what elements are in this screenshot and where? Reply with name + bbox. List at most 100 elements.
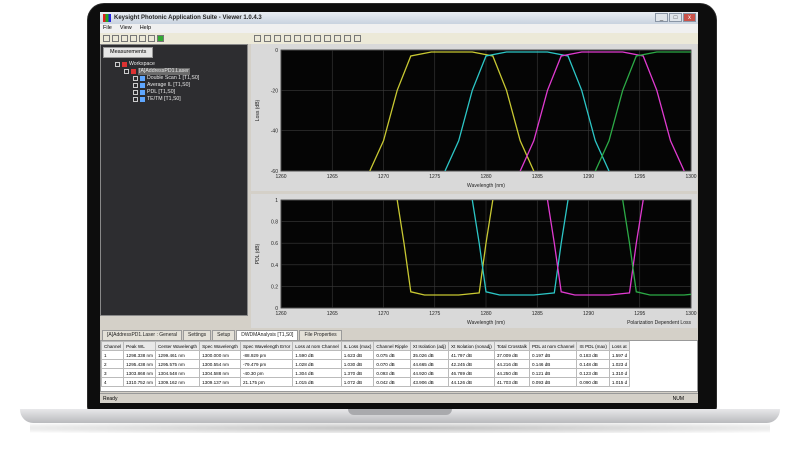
table-row[interactable]: 4 1310.752 nm 1309.162 nm 1309.137 nm 21.175… (101, 377, 631, 387)
table-row[interactable]: 1 1298.338 nm 1299.461 nm 1300.000 nm -88.92… (101, 350, 631, 360)
column-header[interactable]: PDL at nom Channel (528, 341, 578, 351)
column-header[interactable]: IS PDL (max) (576, 341, 610, 351)
menu-file[interactable]: File (103, 24, 112, 33)
window-title: Keysight Photonic Application Suite - Vi… (114, 15, 262, 21)
zoom-out-icon[interactable] (264, 35, 271, 42)
export-icon[interactable] (157, 35, 164, 42)
menu-bar: File View Help (100, 24, 698, 33)
table-cell: 41.703 dB (493, 377, 530, 387)
column-header[interactable]: Channel (101, 341, 125, 351)
tree-item[interactable]: Average IL [T1,S0] (115, 82, 199, 89)
tree-item[interactable]: [A]AddressPD1.Laser (115, 68, 199, 75)
num-lock-indicator: NUM (672, 396, 684, 402)
y-tick-label: 0.2 (271, 284, 278, 290)
close-button[interactable]: x (683, 13, 696, 22)
table-cell: 44.250 dB (493, 368, 530, 378)
tree-checkbox[interactable] (133, 76, 138, 81)
results-table: Channel Peak WL Center Wavelength Spec Wave… (101, 341, 631, 387)
x-tick-label: 1265 (327, 311, 338, 317)
laptop-shadow (30, 423, 770, 433)
column-header[interactable]: Loss at nom Channel (292, 341, 342, 351)
tab-measurements[interactable]: Measurements (103, 47, 154, 58)
x-tick-label: 1290 (583, 311, 594, 317)
tab-general[interactable]: [A]AddressPD1.Laser : General (102, 330, 183, 340)
tree-item[interactable]: PDL [T1,S0] (115, 89, 199, 96)
grid-icon[interactable] (314, 35, 321, 42)
edit-icon[interactable] (139, 35, 146, 42)
tree-checkbox[interactable] (133, 83, 138, 88)
undo-icon[interactable] (354, 35, 361, 42)
tree-item[interactable]: TE/TM [T1,S0] (115, 96, 199, 103)
x-tick-label: 1295 (634, 174, 645, 180)
y-axis-label: Loss (dB) (255, 99, 261, 121)
tab-setup[interactable]: Setup (212, 330, 236, 340)
filter-icon[interactable] (130, 35, 137, 42)
table-row[interactable]: 3 1303.868 nm 1304.548 nm 1304.588 nm -40.30… (101, 368, 631, 378)
laptop-notch (348, 409, 452, 415)
column-header[interactable]: Spec Wavelength (199, 341, 241, 351)
table-cell: 1295.438 nm (123, 359, 156, 369)
table-body: 1 1298.338 nm 1299.461 nm 1300.000 nm -88.92… (101, 350, 631, 387)
tree-item[interactable]: Workspace (115, 61, 199, 68)
table-cell: 1303.868 nm (123, 368, 156, 378)
pan-icon[interactable] (274, 35, 281, 42)
menu-help[interactable]: Help (140, 24, 151, 33)
tree-checkbox[interactable] (133, 97, 138, 102)
column-header[interactable]: Total Crosstalk (493, 341, 530, 351)
table-cell: 1.310 d (608, 368, 631, 378)
autoscale-icon[interactable] (284, 35, 291, 42)
y-tick-label: 0.6 (271, 241, 278, 247)
maximize-button[interactable]: □ (669, 13, 682, 22)
settings-icon[interactable] (148, 35, 155, 42)
table-cell: 1309.162 nm (154, 377, 201, 387)
copy-icon[interactable] (334, 35, 341, 42)
pdl-chart[interactable]: 1260 1265 1270 1275 1280 1285 1290 1295 130010.8… (251, 194, 697, 328)
tab-file-properties[interactable]: File Properties (299, 330, 342, 340)
x-tick-label: 1270 (378, 311, 389, 317)
tree-item-label: [A]AddressPD1.Laser (138, 68, 190, 75)
table-row[interactable]: 2 1295.438 nm 1295.575 nm 1300.554 nm -79.47… (101, 359, 631, 369)
y-tick-label: -40 (271, 129, 278, 135)
tab-dwdm-analysis[interactable]: DWDMAnalysis [T1,S0] (236, 330, 299, 340)
column-header[interactable]: Center Wavelength (154, 341, 201, 351)
save-icon[interactable] (112, 35, 119, 42)
column-header[interactable]: Xt Isolation (adj) (409, 341, 449, 351)
status-bar: Ready NUM (100, 393, 698, 403)
column-header[interactable]: Spec Wavelength Error (239, 341, 294, 351)
x-tick-label: 1275 (429, 174, 440, 180)
print-icon[interactable] (344, 35, 351, 42)
tree-checkbox[interactable] (115, 62, 120, 67)
legend-icon[interactable] (324, 35, 331, 42)
measurement-tree: Workspace [A]AddressPD1.Laser Double Scan … (115, 61, 199, 103)
tree-item[interactable]: Double Scan 1 [T1,S0] (115, 75, 199, 82)
tree-item-label: Workspace (129, 61, 155, 67)
column-header[interactable]: Loss at (608, 341, 631, 351)
marker-icon[interactable] (294, 35, 301, 42)
tree-icon[interactable] (121, 35, 128, 42)
workspace-icon (122, 62, 127, 67)
column-header[interactable]: Channel Ripple (373, 341, 411, 351)
tab-settings[interactable]: Settings (183, 330, 212, 340)
y-tick-label: -60 (271, 169, 278, 175)
table-cell: 1.590 dB (292, 350, 342, 360)
tree-checkbox[interactable] (133, 90, 138, 95)
loss-chart[interactable]: 1260 1265 1270 1275 1280 1285 1290 1295 13000-20… (251, 44, 697, 191)
menu-view[interactable]: View (120, 24, 132, 33)
table-cell: 0.123 dB (576, 368, 610, 378)
x-tick-label: 1280 (480, 311, 491, 317)
table-cell: 1304.548 nm (154, 368, 201, 378)
x-tick-label: 1285 (532, 174, 543, 180)
tree-checkbox[interactable] (124, 69, 129, 74)
column-header[interactable]: Xt Isolation (nonadj) (447, 341, 495, 351)
table-cell: 1.023 d (608, 359, 631, 369)
table-cell: 0.146 dB (528, 359, 578, 369)
column-header[interactable]: IL Loss (max) (340, 341, 375, 351)
table-header-row: Channel Peak WL Center Wavelength Spec Wave… (101, 341, 631, 351)
zoom-in-icon[interactable] (254, 35, 261, 42)
minimize-button[interactable]: _ (655, 13, 668, 22)
column-header[interactable]: Peak WL (123, 341, 156, 351)
cursor-icon[interactable] (304, 35, 311, 42)
table-cell: 1298.338 nm (123, 350, 156, 360)
open-icon[interactable] (103, 35, 110, 42)
table-cell: 1.623 dB (340, 350, 375, 360)
